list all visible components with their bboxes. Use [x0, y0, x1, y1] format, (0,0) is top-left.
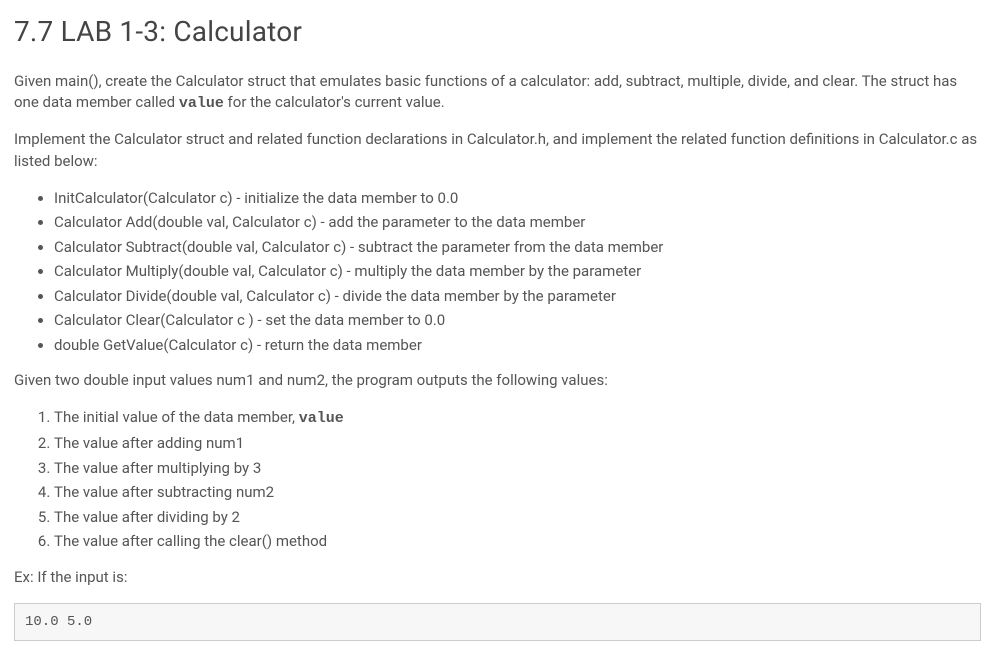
step-text: The initial value of the data member, — [54, 408, 299, 426]
paragraph-intro-a: Given main(), create the Calculator stru… — [14, 72, 957, 112]
list-item: InitCalculator(Calculator c) - initializ… — [54, 187, 981, 210]
list-item: Calculator Multiply(double val, Calculat… — [54, 260, 981, 283]
list-item: Calculator Subtract(double val, Calculat… — [54, 236, 981, 259]
code-value: value — [299, 410, 344, 427]
list-item: The value after subtracting num2 — [54, 481, 981, 504]
code-value: value — [179, 95, 224, 112]
function-list: InitCalculator(Calculator c) - initializ… — [14, 187, 981, 357]
list-item: The value after multiplying by 3 — [54, 457, 981, 480]
list-item: double GetValue(Calculator c) - return t… — [54, 334, 981, 357]
list-item: The value after calling the clear() meth… — [54, 530, 981, 553]
example-input-box: 10.0 5.0 — [14, 603, 981, 641]
list-item: The initial value of the data member, va… — [54, 406, 981, 431]
paragraph-intro-b: for the calculator's current value. — [224, 93, 445, 111]
list-item: The value after adding num1 — [54, 432, 981, 455]
list-item: The value after dividing by 2 — [54, 506, 981, 529]
paragraph-implement: Implement the Calculator struct and rela… — [14, 129, 981, 173]
output-steps: The initial value of the data member, va… — [14, 406, 981, 553]
paragraph-example: Ex: If the input is: — [14, 567, 981, 589]
list-item: Calculator Add(double val, Calculator c)… — [54, 211, 981, 234]
paragraph-outputs: Given two double input values num1 and n… — [14, 370, 981, 392]
list-item: Calculator Clear(Calculator c ) - set th… — [54, 309, 981, 332]
page-title: 7.7 LAB 1-3: Calculator — [14, 12, 981, 53]
paragraph-intro: Given main(), create the Calculator stru… — [14, 71, 981, 116]
list-item: Calculator Divide(double val, Calculator… — [54, 285, 981, 308]
